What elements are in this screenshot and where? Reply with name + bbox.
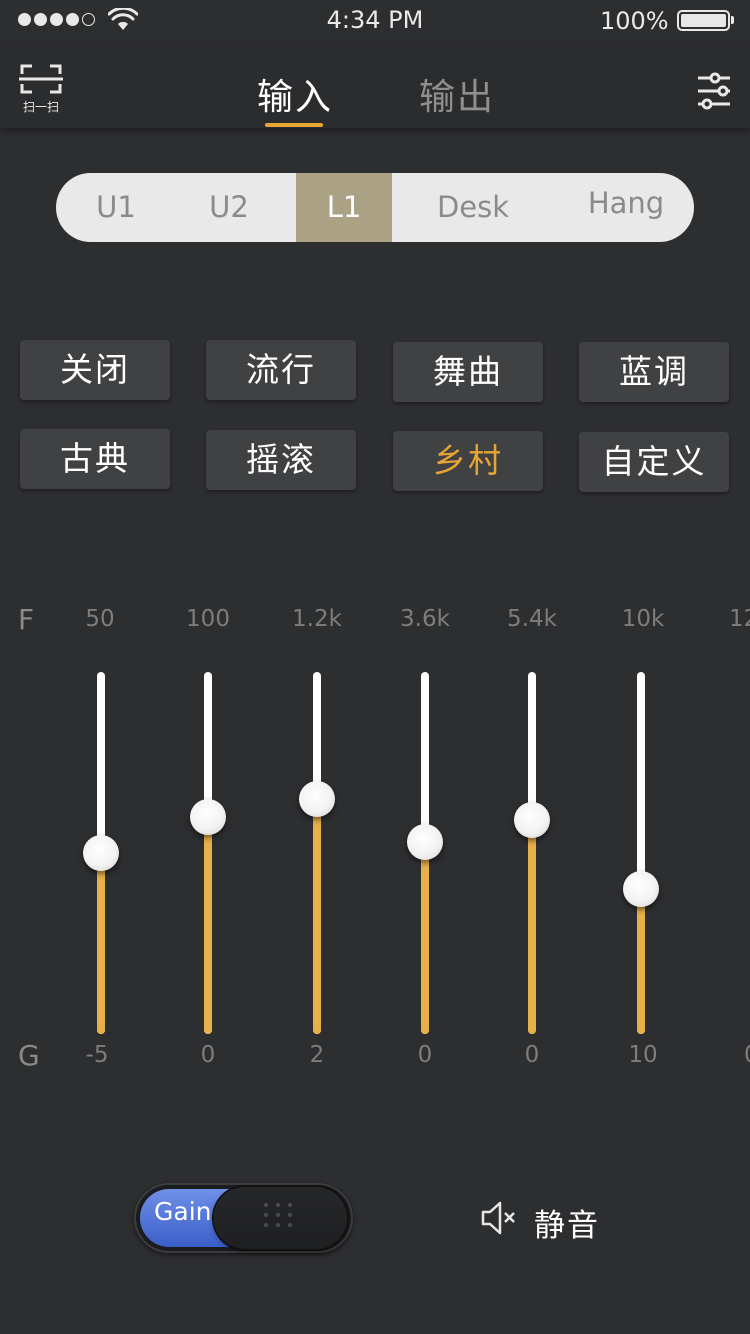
gain-axis-label: G bbox=[18, 1039, 40, 1072]
eq-slider-knob[interactable] bbox=[514, 802, 550, 839]
freq-axis-label: F bbox=[18, 603, 35, 636]
preset-dance[interactable]: 舞曲 bbox=[393, 342, 543, 402]
scan-label[interactable]: 扫一扫 bbox=[13, 98, 69, 115]
active-tab-indicator bbox=[265, 123, 323, 127]
band-gain-label: -5 bbox=[85, 1042, 109, 1068]
battery-percent: 100% bbox=[600, 7, 669, 35]
eq-slider-knob[interactable] bbox=[299, 780, 335, 817]
band-gain-label-partial: 0 bbox=[744, 1042, 750, 1068]
channel-u2[interactable]: U2 bbox=[178, 173, 280, 242]
eq-slider-fill bbox=[528, 820, 536, 1034]
eq-slider-track[interactable] bbox=[528, 672, 536, 1034]
band-gain-label: 0 bbox=[200, 1042, 216, 1068]
channel-hang[interactable]: Hang bbox=[566, 173, 686, 238]
eq-slider-fill bbox=[204, 816, 212, 1034]
eq-slider-knob[interactable] bbox=[623, 871, 659, 908]
tab-output[interactable]: 输出 bbox=[419, 68, 495, 120]
top-nav-bar: 扫一扫 输入 输出 bbox=[0, 44, 750, 128]
preset-country[interactable]: 乡村 bbox=[393, 431, 543, 491]
band-freq-label: 3.6k bbox=[400, 606, 450, 632]
battery-icon bbox=[677, 10, 730, 31]
band-freq-label: 50 bbox=[85, 606, 115, 632]
eq-slider-track[interactable] bbox=[204, 672, 212, 1034]
preset-blues[interactable]: 蓝调 bbox=[579, 342, 729, 402]
band-freq-label: 10k bbox=[621, 606, 665, 632]
preset-off[interactable]: 关闭 bbox=[20, 340, 170, 400]
eq-slider-fill bbox=[313, 798, 321, 1034]
eq-slider-fill bbox=[637, 889, 645, 1034]
band-freq-label: 5.4k bbox=[507, 606, 557, 632]
channel-selector: U1 U2 L1 Desk Hang bbox=[56, 173, 694, 242]
preset-classical[interactable]: 古典 bbox=[20, 429, 170, 489]
preset-pop[interactable]: 流行 bbox=[206, 340, 356, 400]
mute-speaker-icon[interactable] bbox=[480, 1200, 518, 1236]
band-freq-label: 1.2k bbox=[292, 606, 342, 632]
grip-icon bbox=[264, 1203, 292, 1227]
channel-l1[interactable]: L1 bbox=[296, 173, 392, 242]
channel-u1[interactable]: U1 bbox=[66, 173, 166, 242]
band-freq-label: 100 bbox=[186, 606, 230, 632]
gain-toggle[interactable]: Gain bbox=[134, 1183, 353, 1253]
band-gain-label: 10 bbox=[628, 1042, 658, 1068]
channel-desk[interactable]: Desk bbox=[416, 173, 530, 242]
gain-toggle-knob[interactable] bbox=[214, 1187, 347, 1249]
band-gain-label: 0 bbox=[524, 1042, 540, 1068]
eq-slider-knob[interactable] bbox=[407, 824, 443, 861]
scan-icon[interactable] bbox=[18, 62, 64, 96]
eq-slider-track[interactable] bbox=[637, 672, 645, 1034]
gain-label: Gain bbox=[154, 1197, 212, 1226]
eq-slider-knob[interactable] bbox=[83, 835, 119, 871]
preset-rock[interactable]: 摇滚 bbox=[206, 430, 356, 490]
tab-input[interactable]: 输入 bbox=[257, 68, 333, 120]
eq-slider-knob[interactable] bbox=[190, 798, 226, 835]
battery-tip bbox=[731, 16, 734, 24]
status-bar: 4:34 PM 100% bbox=[0, 0, 750, 42]
settings-sliders-icon[interactable] bbox=[696, 72, 732, 110]
eq-slider-fill bbox=[421, 842, 429, 1034]
band-gain-label: 0 bbox=[417, 1042, 433, 1068]
eq-slider-fill bbox=[97, 853, 105, 1034]
preset-custom[interactable]: 自定义 bbox=[579, 432, 729, 492]
band-gain-label: 2 bbox=[309, 1042, 325, 1068]
mute-label[interactable]: 静音 bbox=[534, 1200, 600, 1245]
band-freq-label-partial: 12 bbox=[729, 606, 750, 632]
eq-slider-track[interactable] bbox=[313, 672, 321, 1034]
